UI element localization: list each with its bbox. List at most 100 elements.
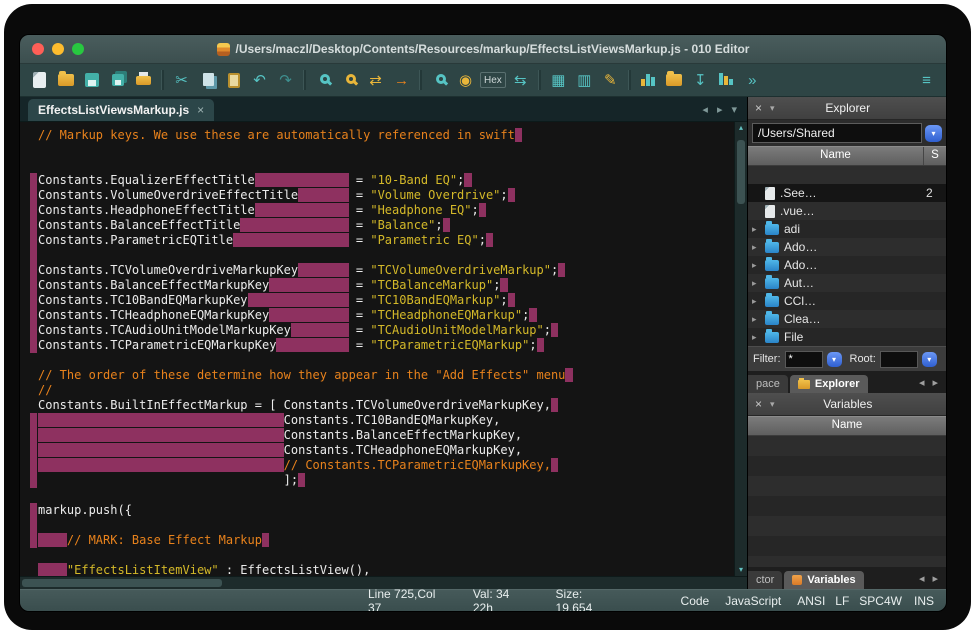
filter-input[interactable]: * <box>785 351 823 368</box>
tab-inspector[interactable]: ctor <box>748 571 782 589</box>
panel-nav-right-icon[interactable]: ▸ <box>932 572 938 585</box>
chevron-right-icon[interactable]: ▸ <box>752 224 765 235</box>
horizontal-scroll-thumb[interactable] <box>22 579 222 587</box>
save-all-icon[interactable] <box>106 69 129 92</box>
tab-list-dropdown-icon[interactable]: ▾ <box>731 103 737 116</box>
chevron-right-icon[interactable]: ▸ <box>752 314 765 325</box>
bookmark-icon[interactable]: ◉ <box>454 69 477 92</box>
code-text: Constants.VolumeOverdriveEffectTitle <box>38 188 298 202</box>
find-in-files-icon[interactable] <box>428 69 451 92</box>
grid-view-icon[interactable]: ▥ <box>573 69 596 92</box>
write-mode-indicator[interactable]: W <box>891 594 902 608</box>
hex-mode-icon[interactable]: Hex <box>480 72 506 88</box>
value-indicator: Val: 34 22h <box>473 587 528 613</box>
undo-icon[interactable]: ↶ <box>248 69 271 92</box>
document-tab[interactable]: EffectsListViewsMarkup.js × <box>28 99 214 121</box>
panel-nav-left-icon[interactable]: ◂ <box>919 376 925 389</box>
code-selection <box>551 458 558 472</box>
minimize-window-button[interactable] <box>52 43 64 55</box>
chevron-right-icon[interactable]: ▸ <box>752 278 765 289</box>
import-icon[interactable]: ↧ <box>689 69 712 92</box>
explorer-menu-dropdown-icon[interactable]: ▾ <box>770 103 775 114</box>
encoding-indicator[interactable]: ANSI <box>797 594 825 608</box>
code-line: markup.push({ <box>38 503 734 518</box>
copy-icon[interactable] <box>196 69 219 92</box>
chevron-right-icon[interactable]: ▸ <box>752 332 765 343</box>
code-string: "TCParametricEQMarkup" <box>370 338 529 352</box>
line-selection-marker <box>30 293 37 308</box>
overflow-icon[interactable]: » <box>741 69 764 92</box>
chevron-right-icon[interactable]: ▸ <box>752 242 765 253</box>
vertical-scrollbar[interactable]: ▴ ▾ <box>734 122 747 576</box>
file-row[interactable]: ▸Ado… <box>748 238 946 256</box>
new-file-icon[interactable] <box>28 69 51 92</box>
calculator-icon[interactable]: ▦ <box>547 69 570 92</box>
edit-mode-indicator[interactable]: Code <box>681 594 710 608</box>
chart-icon[interactable] <box>715 69 738 92</box>
import-folder-icon[interactable] <box>663 69 686 92</box>
scroll-down-icon[interactable]: ▾ <box>735 565 747 575</box>
file-row[interactable] <box>748 166 946 184</box>
line-ending-indicator[interactable]: LF <box>835 594 849 608</box>
column-header-size[interactable]: S <box>924 147 946 165</box>
title-bar[interactable]: /Users/maczl/Desktop/Contents/Resources/… <box>20 35 946 64</box>
histogram-icon[interactable] <box>637 69 660 92</box>
vertical-scroll-thumb[interactable] <box>737 140 745 204</box>
code-selection <box>443 218 450 232</box>
insert-mode-indicator[interactable]: INS <box>914 594 934 608</box>
zoom-window-button[interactable] <box>72 43 84 55</box>
variables-column-header-name[interactable]: Name <box>748 417 946 435</box>
cut-icon[interactable]: ✂ <box>170 69 193 92</box>
file-row[interactable]: ▸Aut… <box>748 274 946 292</box>
column-header-name[interactable]: Name <box>748 147 923 165</box>
code-editor[interactable]: // Markup keys. We use these are automat… <box>20 122 734 576</box>
file-row[interactable]: .See…2 <box>748 184 946 202</box>
redo-icon[interactable]: ↷ <box>274 69 297 92</box>
find-icon[interactable] <box>312 69 335 92</box>
tab-variables[interactable]: Variables <box>784 571 863 589</box>
goto-icon[interactable]: → <box>390 69 413 92</box>
print-icon[interactable] <box>132 69 155 92</box>
syntax-indicator[interactable]: JavaScript <box>725 594 781 608</box>
code-line: // <box>38 383 734 398</box>
code-string: "Volume Overdrive" <box>370 188 500 202</box>
file-row[interactable]: .vue… <box>748 202 946 220</box>
chevron-right-icon[interactable]: ▸ <box>752 296 765 307</box>
spacing-indicator[interactable]: SPC4 <box>859 594 890 608</box>
file-row[interactable]: ▸adi <box>748 220 946 238</box>
menu-icon[interactable]: ≡ <box>915 69 938 92</box>
variables-close-icon[interactable]: × <box>755 397 762 411</box>
file-row[interactable]: ▸File <box>748 328 946 346</box>
line-selection-marker <box>30 533 37 548</box>
paste-icon[interactable] <box>222 69 245 92</box>
line-selection-marker <box>30 458 37 473</box>
chevron-right-icon[interactable]: ▸ <box>752 260 765 271</box>
path-input[interactable]: /Users/Shared <box>752 123 922 143</box>
tab-explorer[interactable]: Explorer <box>790 375 868 393</box>
root-dropdown-button[interactable]: ▾ <box>922 352 937 367</box>
file-row[interactable]: ▸CCl… <box>748 292 946 310</box>
save-file-icon[interactable] <box>80 69 103 92</box>
file-row[interactable]: ▸Clea… <box>748 310 946 328</box>
tab-workspace[interactable]: pace <box>748 375 788 393</box>
tab-nav-right-icon[interactable]: ▸ <box>717 103 723 116</box>
file-row[interactable]: ▸Ado… <box>748 256 946 274</box>
variables-menu-dropdown-icon[interactable]: ▾ <box>770 399 775 410</box>
panel-nav-left-icon[interactable]: ◂ <box>919 572 925 585</box>
root-input[interactable] <box>880 351 918 368</box>
code-selection <box>38 563 67 576</box>
close-window-button[interactable] <box>32 43 44 55</box>
find-next-icon[interactable] <box>338 69 361 92</box>
path-dropdown-button[interactable]: ▾ <box>925 125 942 142</box>
open-file-icon[interactable] <box>54 69 77 92</box>
explorer-close-icon[interactable]: × <box>755 101 762 115</box>
filter-dropdown-button[interactable]: ▾ <box>827 352 842 367</box>
tab-nav-left-icon[interactable]: ◂ <box>702 103 708 116</box>
scroll-up-icon[interactable]: ▴ <box>735 123 747 133</box>
tab-close-icon[interactable]: × <box>197 103 204 117</box>
tools-icon <box>792 575 802 585</box>
convert-icon[interactable]: ⇆ <box>509 69 532 92</box>
panel-nav-right-icon[interactable]: ▸ <box>932 376 938 389</box>
tools-icon[interactable]: ✎ <box>599 69 622 92</box>
replace-icon[interactable]: ⇄ <box>364 69 387 92</box>
